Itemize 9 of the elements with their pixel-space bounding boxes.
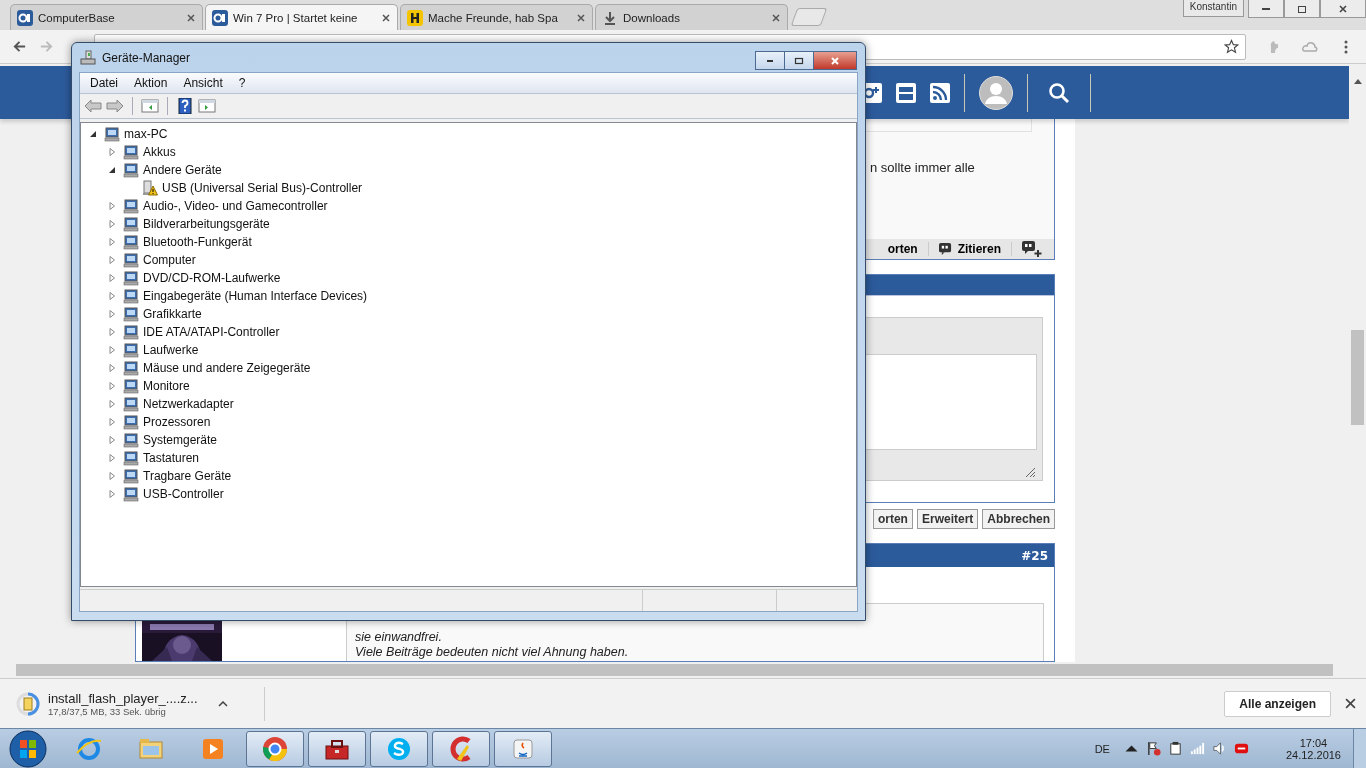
quote-label: Zitieren	[957, 242, 1001, 256]
post-text: n sollte immer alle	[870, 160, 976, 177]
download-status: 17,8/37,5 MB, 33 Sek. übrig	[48, 705, 166, 717]
clock-date: 24.12.2016	[1285, 748, 1341, 761]
post-text: Viele Beiträge bedeuten nicht viel Ahnung haben.	[355, 645, 630, 660]
post-text: sie einwandfrei.	[355, 630, 443, 645]
download-filename: install_flash_player_....z...	[48, 690, 199, 706]
clock-time: 17:04	[1299, 736, 1328, 749]
window-title: Geräte-Manager	[102, 50, 192, 65]
